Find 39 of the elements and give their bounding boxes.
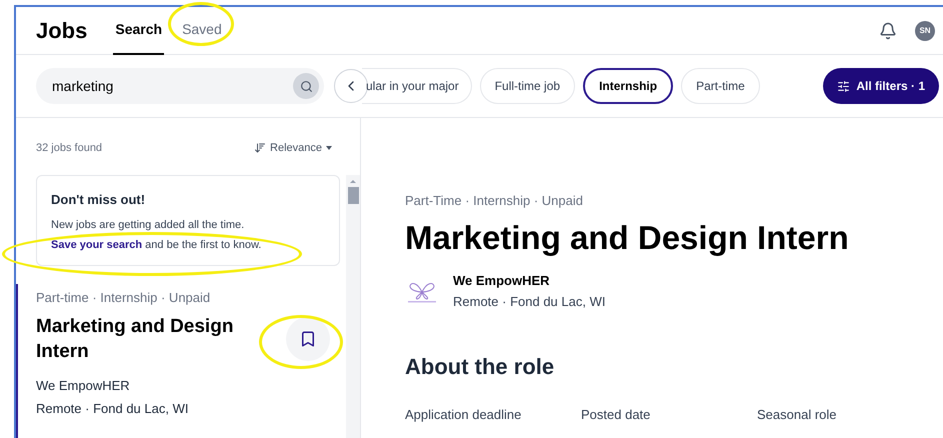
notification-bell-icon[interactable] bbox=[879, 22, 897, 40]
section-heading: About the role bbox=[405, 352, 556, 380]
field-label: Seasonal role bbox=[757, 406, 836, 424]
promo-title: Don't miss out! bbox=[51, 190, 146, 208]
bookmark-button[interactable] bbox=[286, 316, 330, 360]
nav-tab[interactable]: Search bbox=[113, 7, 164, 54]
filter-chip[interactable]: Part-time bbox=[681, 68, 760, 104]
scrollbar[interactable] bbox=[346, 174, 360, 438]
filter-chip[interactable]: Internship bbox=[583, 68, 674, 104]
app-title: Jobs bbox=[36, 17, 88, 45]
scroll-left-button[interactable] bbox=[334, 69, 368, 103]
scrollbar-thumb[interactable] bbox=[348, 186, 358, 204]
caret-icon bbox=[326, 146, 332, 150]
all-filters-button[interactable]: All filters · 1 bbox=[823, 68, 939, 104]
sort-dropdown[interactable]: Relevance bbox=[254, 140, 332, 156]
job-title: Marketing and Design Intern bbox=[36, 314, 234, 364]
field-label: Posted date bbox=[581, 406, 652, 424]
company-name: We EmpowHER bbox=[36, 376, 131, 395]
filter-icon bbox=[837, 80, 850, 92]
bookmark-icon bbox=[299, 330, 317, 348]
job-meta: Part-time · Internship · Unpaid bbox=[36, 289, 212, 307]
highlight-circle bbox=[168, 2, 234, 46]
job-meta: Part-Time · Internship · Unpaid bbox=[405, 192, 584, 210]
nav-tab[interactable]: Saved bbox=[180, 7, 224, 54]
filter-chip[interactable]: ular in your major bbox=[362, 68, 472, 104]
search-field[interactable]: marketing bbox=[36, 68, 324, 104]
results-count: 32 jobs found bbox=[36, 141, 102, 156]
job-location: Remote · Fond du Lac, WI bbox=[36, 400, 190, 418]
company-name: We EmpowHER bbox=[453, 272, 551, 290]
job-title: Marketing and Design Intern bbox=[405, 218, 850, 258]
sort-icon bbox=[254, 142, 266, 154]
promo-text: New jobs are getting added all the time. bbox=[51, 218, 246, 233]
filter-chip[interactable]: Full-time job bbox=[480, 68, 576, 104]
promo-text: Save your search and be the first to know. bbox=[51, 238, 262, 253]
scroll-up-icon[interactable] bbox=[350, 180, 356, 182]
job-location: Remote · Fond du Lac, WI bbox=[453, 293, 606, 311]
save-search-link[interactable]: Save your search bbox=[51, 239, 142, 251]
user-avatar[interactable]: SN bbox=[915, 20, 935, 40]
field-label: Application deadline bbox=[405, 406, 522, 424]
